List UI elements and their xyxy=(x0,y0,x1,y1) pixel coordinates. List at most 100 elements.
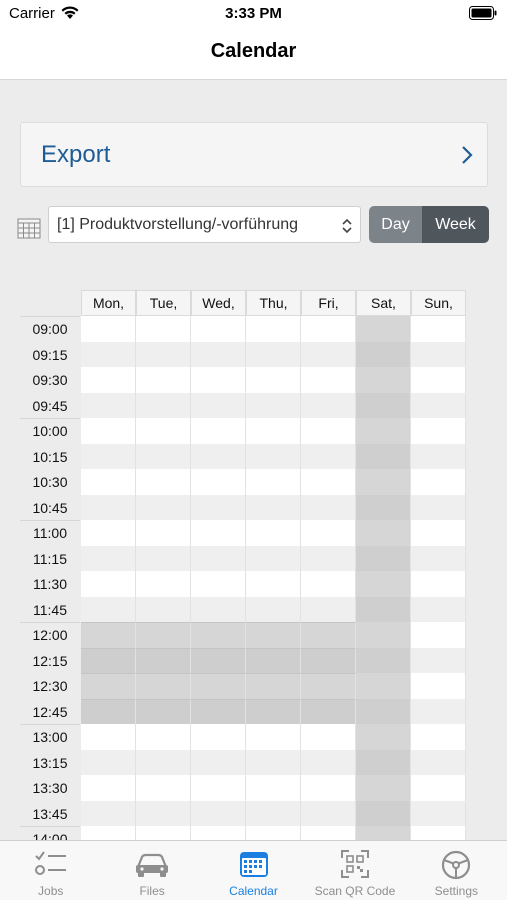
time-slot-cell[interactable] xyxy=(191,775,246,801)
time-slot-cell[interactable] xyxy=(81,392,136,418)
time-slot-cell[interactable] xyxy=(191,494,246,520)
time-slot-cell[interactable] xyxy=(356,520,411,546)
time-slot-cell[interactable] xyxy=(191,749,246,775)
time-slot-cell[interactable] xyxy=(136,469,191,495)
time-slot-cell[interactable] xyxy=(246,749,301,775)
time-slot-cell[interactable] xyxy=(411,775,466,801)
time-slot-cell[interactable] xyxy=(301,571,356,597)
time-slot-cell[interactable] xyxy=(191,673,246,699)
time-slot-cell[interactable] xyxy=(301,418,356,444)
time-slot-cell[interactable] xyxy=(191,392,246,418)
time-slot-cell[interactable] xyxy=(301,673,356,699)
time-slot-cell[interactable] xyxy=(246,520,301,546)
time-slot-cell[interactable] xyxy=(356,800,411,826)
time-slot-cell[interactable] xyxy=(191,826,246,840)
time-slot-cell[interactable] xyxy=(136,392,191,418)
time-slot-cell[interactable] xyxy=(81,443,136,469)
time-slot-cell[interactable] xyxy=(191,469,246,495)
time-slot-cell[interactable] xyxy=(356,647,411,673)
time-slot-cell[interactable] xyxy=(136,647,191,673)
time-slot-cell[interactable] xyxy=(356,698,411,724)
tab-scan-qr-code[interactable]: Scan QR Code xyxy=(304,841,405,900)
time-slot-cell[interactable] xyxy=(191,622,246,648)
time-slot-cell[interactable] xyxy=(301,749,356,775)
time-slot-cell[interactable] xyxy=(356,443,411,469)
time-slot-cell[interactable] xyxy=(191,724,246,750)
time-slot-cell[interactable] xyxy=(246,469,301,495)
time-slot-cell[interactable] xyxy=(81,826,136,840)
time-slot-cell[interactable] xyxy=(411,724,466,750)
time-slot-cell[interactable] xyxy=(136,826,191,840)
time-slot-cell[interactable] xyxy=(411,520,466,546)
time-slot-cell[interactable] xyxy=(246,775,301,801)
time-slot-cell[interactable] xyxy=(411,647,466,673)
time-slot-cell[interactable] xyxy=(81,673,136,699)
time-slot-cell[interactable] xyxy=(411,826,466,840)
week-view-button[interactable]: Week xyxy=(422,206,489,243)
time-slot-cell[interactable] xyxy=(301,775,356,801)
tab-settings[interactable]: Settings xyxy=(406,841,507,900)
time-slot-cell[interactable] xyxy=(136,494,191,520)
tab-calendar[interactable]: Calendar xyxy=(203,841,304,900)
time-slot-cell[interactable] xyxy=(246,698,301,724)
time-slot-cell[interactable] xyxy=(411,596,466,622)
time-slot-cell[interactable] xyxy=(81,775,136,801)
time-slot-cell[interactable] xyxy=(356,341,411,367)
time-slot-cell[interactable] xyxy=(246,545,301,571)
time-slot-cell[interactable] xyxy=(356,494,411,520)
time-slot-cell[interactable] xyxy=(81,316,136,342)
time-slot-cell[interactable] xyxy=(301,367,356,393)
time-slot-cell[interactable] xyxy=(191,800,246,826)
time-slot-cell[interactable] xyxy=(356,571,411,597)
time-slot-cell[interactable] xyxy=(356,749,411,775)
time-slot-cell[interactable] xyxy=(356,469,411,495)
time-slot-cell[interactable] xyxy=(301,724,356,750)
time-slot-cell[interactable] xyxy=(81,341,136,367)
time-slot-cell[interactable] xyxy=(356,392,411,418)
time-slot-cell[interactable] xyxy=(246,341,301,367)
time-slot-cell[interactable] xyxy=(411,494,466,520)
export-button[interactable]: Export xyxy=(20,122,488,187)
time-slot-cell[interactable] xyxy=(246,367,301,393)
time-slot-cell[interactable] xyxy=(191,316,246,342)
week-calendar-grid[interactable]: Mon, Tue, Wed, Thu, Fri, Sat, Sun, 09:00 09:15 0… xyxy=(20,290,490,840)
time-slot-cell[interactable] xyxy=(411,367,466,393)
time-slot-cell[interactable] xyxy=(81,367,136,393)
time-slot-cell[interactable] xyxy=(136,673,191,699)
time-slot-cell[interactable] xyxy=(411,392,466,418)
time-slot-cell[interactable] xyxy=(191,596,246,622)
time-slot-cell[interactable] xyxy=(191,443,246,469)
time-slot-cell[interactable] xyxy=(246,622,301,648)
time-slot-cell[interactable] xyxy=(136,443,191,469)
time-slot-cell[interactable] xyxy=(191,698,246,724)
time-slot-cell[interactable] xyxy=(81,494,136,520)
time-slot-cell[interactable] xyxy=(301,826,356,840)
time-slot-cell[interactable] xyxy=(136,341,191,367)
time-slot-cell[interactable] xyxy=(191,341,246,367)
time-slot-cell[interactable] xyxy=(136,724,191,750)
time-slot-cell[interactable] xyxy=(356,826,411,840)
time-slot-cell[interactable] xyxy=(191,545,246,571)
time-slot-cell[interactable] xyxy=(246,647,301,673)
time-slot-cell[interactable] xyxy=(356,596,411,622)
time-slot-cell[interactable] xyxy=(411,749,466,775)
time-slot-cell[interactable] xyxy=(136,749,191,775)
time-slot-cell[interactable] xyxy=(301,800,356,826)
time-slot-cell[interactable] xyxy=(301,392,356,418)
time-slot-cell[interactable] xyxy=(356,775,411,801)
time-slot-cell[interactable] xyxy=(356,622,411,648)
time-slot-cell[interactable] xyxy=(301,698,356,724)
time-slot-cell[interactable] xyxy=(301,341,356,367)
time-slot-cell[interactable] xyxy=(301,647,356,673)
time-slot-cell[interactable] xyxy=(356,418,411,444)
day-view-button[interactable]: Day xyxy=(369,206,422,243)
time-slot-cell[interactable] xyxy=(81,647,136,673)
time-slot-cell[interactable] xyxy=(81,622,136,648)
time-slot-cell[interactable] xyxy=(246,724,301,750)
time-slot-cell[interactable] xyxy=(411,469,466,495)
time-slot-cell[interactable] xyxy=(301,520,356,546)
time-slot-cell[interactable] xyxy=(411,622,466,648)
time-slot-cell[interactable] xyxy=(411,443,466,469)
time-slot-cell[interactable] xyxy=(81,571,136,597)
calendar-grid-icon[interactable] xyxy=(17,217,41,239)
